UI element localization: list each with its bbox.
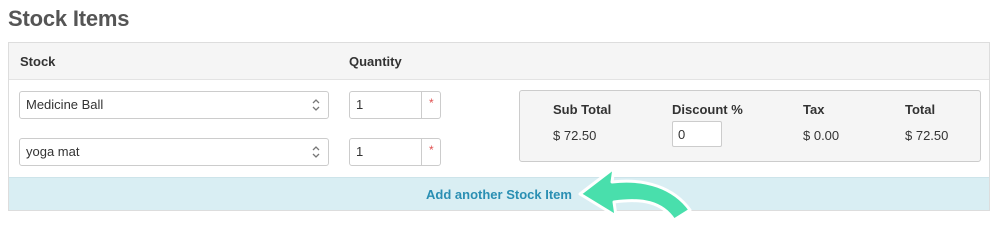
total-label: Total (905, 102, 936, 117)
table-header: Stock Quantity (9, 43, 989, 80)
section-title: Stock Items (8, 6, 130, 31)
totals-summary: Sub Total Discount % Tax Total $ 72.50 0… (519, 90, 981, 162)
chevron-updown-icon (312, 146, 320, 158)
stock-select-value: yoga mat (26, 144, 80, 159)
discount-input[interactable]: 0 (672, 121, 722, 147)
stock-select-value: Medicine Ball (26, 97, 104, 112)
stock-select-row-2[interactable]: yoga mat (19, 138, 329, 166)
stock-column-header: Stock (20, 54, 56, 69)
tax-label: Tax (803, 102, 825, 117)
tax-value: $ 0.00 (803, 128, 840, 143)
stock-items-page: Stock Items Stock Quantity Medicine Ball… (0, 0, 1004, 228)
quantity-input[interactable]: 1 (350, 92, 422, 118)
chevron-updown-icon (312, 99, 320, 111)
quantity-field-row-2: 1 * (349, 138, 441, 166)
discount-label: Discount % (672, 102, 743, 117)
curved-arrow-icon (578, 166, 692, 222)
add-item-bar: Add another Stock Item (9, 177, 989, 210)
quantity-field-row-1: 1 * (349, 91, 441, 119)
quantity-input[interactable]: 1 (350, 139, 422, 165)
stock-items-panel: Stock Quantity Medicine Ball 1 * yoga ma… (8, 42, 990, 211)
quantity-column-header: Quantity (349, 54, 402, 69)
required-marker: * (429, 96, 434, 110)
total-value: $ 72.50 (905, 128, 949, 143)
add-stock-item-link[interactable]: Add another Stock Item (9, 187, 989, 202)
required-marker: * (429, 143, 434, 157)
sub-total-label: Sub Total (553, 102, 612, 117)
sub-total-value: $ 72.50 (553, 128, 597, 143)
stock-select-row-1[interactable]: Medicine Ball (19, 91, 329, 119)
